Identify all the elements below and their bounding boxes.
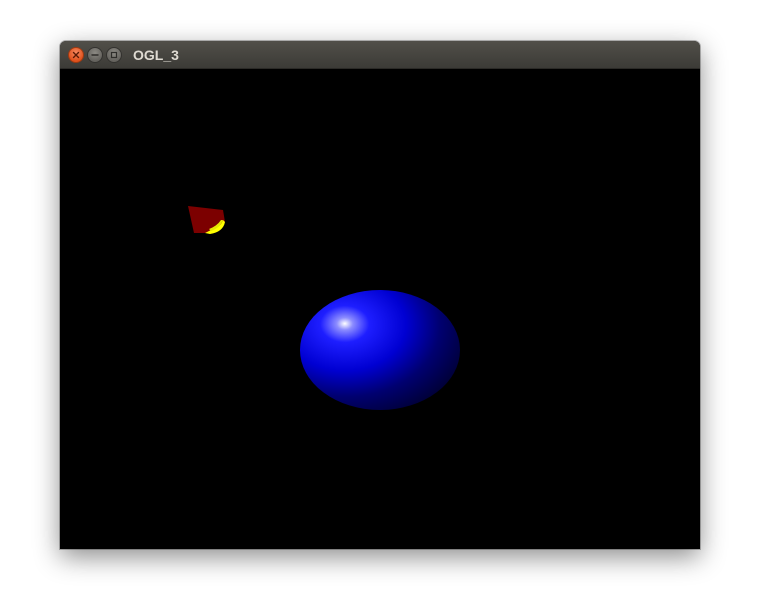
- window-title: OGL_3: [133, 47, 179, 63]
- close-icon: [72, 51, 80, 59]
- minimize-icon: [91, 54, 99, 56]
- scene-render: [188, 206, 460, 410]
- window-controls: [68, 47, 122, 63]
- desktop: OGL_3: [0, 0, 778, 600]
- blue-sphere: [300, 290, 460, 410]
- title-bar[interactable]: OGL_3: [60, 41, 700, 69]
- maximize-icon: [110, 51, 118, 59]
- close-button[interactable]: [68, 47, 84, 63]
- red-cone: [188, 206, 225, 234]
- maximize-button[interactable]: [106, 47, 122, 63]
- app-window: OGL_3: [60, 41, 700, 549]
- minimize-button[interactable]: [87, 47, 103, 63]
- opengl-canvas[interactable]: [60, 69, 700, 549]
